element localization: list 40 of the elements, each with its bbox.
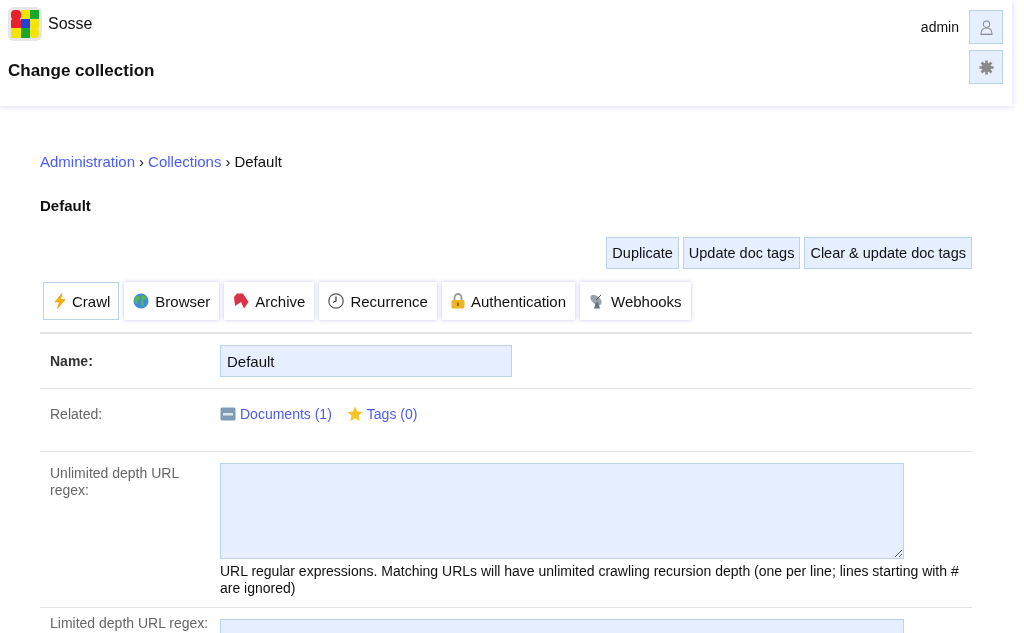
username: admin <box>920 18 959 36</box>
breadcrumb-link[interactable]: Collections <box>148 153 222 170</box>
breadcrumb-separator: › <box>225 153 231 170</box>
breadcrumb-separator: › <box>139 153 145 170</box>
tab[interactable]: Webhooks <box>580 282 691 320</box>
settings-icon <box>978 59 994 75</box>
page-title: Change collection <box>8 61 155 81</box>
field-label: Name: <box>50 352 93 369</box>
tab[interactable]: Recurrence <box>319 282 437 320</box>
tab[interactable]: Crawl <box>43 282 120 320</box>
lightning-icon <box>54 293 66 309</box>
collection-heading: Default <box>40 197 91 214</box>
star-icon <box>346 406 363 422</box>
name-field[interactable]: Default <box>220 345 512 377</box>
related-link[interactable]: Tags (0) <box>346 404 418 424</box>
user-button[interactable] <box>969 10 1003 44</box>
field-label: Limited depth URL regex: <box>50 615 209 631</box>
tab[interactable]: Browser <box>124 282 220 320</box>
text-tile-icon <box>220 406 236 422</box>
bookmark-icon <box>233 293 250 309</box>
clock-icon <box>328 293 345 309</box>
regex-field[interactable] <box>220 463 904 559</box>
breadcrumb-link[interactable]: Administration <box>40 153 136 170</box>
user-icon <box>979 19 993 35</box>
globe-icon <box>133 293 150 309</box>
field-label: Related: <box>50 405 103 422</box>
tab[interactable]: Archive <box>224 282 315 320</box>
lock-icon <box>450 293 465 309</box>
app-name: Sosse <box>48 14 93 34</box>
breadcrumb-current: Default <box>234 153 282 170</box>
settings-button[interactable] <box>969 50 1003 84</box>
satellite-dish-icon <box>589 293 605 309</box>
help-text: URL regular expressions. Matching URLs will have unlimited crawling recursion depth (one per line; lines starting with # are ignored) <box>220 563 960 597</box>
logo-icon <box>8 7 42 41</box>
action-button[interactable]: Duplicate <box>606 237 679 269</box>
tab[interactable]: Authentication <box>441 282 575 320</box>
field-label: Unlimited depth URL regex: <box>50 465 179 498</box>
related-link[interactable]: Documents (1) <box>220 404 332 424</box>
action-button[interactable]: Update doc tags <box>682 237 801 269</box>
action-button[interactable]: Clear & update doc tags <box>804 237 972 269</box>
